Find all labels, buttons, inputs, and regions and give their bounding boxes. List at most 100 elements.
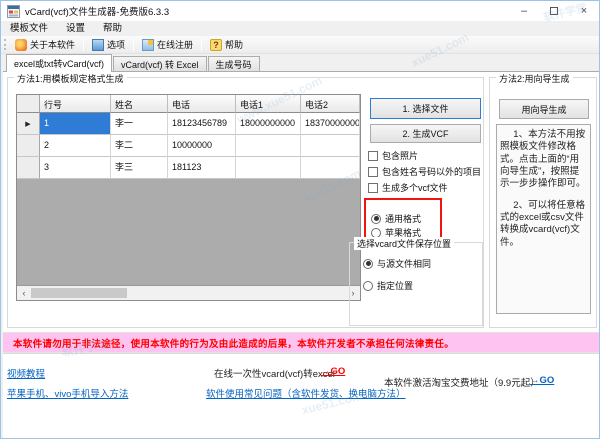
radio-specify-location[interactable]: 指定位置 xyxy=(363,279,413,292)
select-file-button[interactable]: 1. 选择文件 xyxy=(370,98,481,119)
checkbox-label: 包含姓名号码以外的项目 xyxy=(382,167,482,177)
tab-excel-to-vcard[interactable]: excel或txt转vCard(vcf) xyxy=(6,54,113,72)
footer-links-panel: 视频教程 苹果手机、vivo手机导入方法 在线一次性vcard(vcf)转exc… xyxy=(3,353,599,438)
scrollbar-thumb[interactable] xyxy=(31,288,127,298)
checkbox-icon xyxy=(368,150,378,161)
method1-groupbox: 方法1:用模板规定格式生成 行号 姓名 电话 电话1 电话2 ▶ 1 李一 18… xyxy=(7,72,484,328)
toolbar-help-label: 帮助 xyxy=(225,40,244,50)
table-header-row: 行号 姓名 电话 电话1 电话2 xyxy=(17,95,360,113)
radio-label: 与源文件相同 xyxy=(377,259,432,269)
tab-generate-numbers[interactable]: 生成号码 xyxy=(207,56,260,71)
radio-icon xyxy=(371,227,381,238)
tab-page: 方法1:用模板规定格式生成 行号 姓名 电话 电话1 电话2 ▶ 1 李一 18… xyxy=(3,71,599,332)
options-icon xyxy=(92,38,105,51)
table-cell[interactable]: 18123456789 xyxy=(168,113,236,135)
table-cell[interactable]: 李一 xyxy=(111,113,168,135)
toolbar-register-label: 在线注册 xyxy=(157,40,194,50)
horizontal-scrollbar[interactable]: ‹ › xyxy=(17,285,360,300)
table-cell[interactable]: 10000000 xyxy=(168,135,236,157)
checkbox-icon xyxy=(368,182,378,193)
toolbar-help-button[interactable]: ? 帮助 xyxy=(205,38,248,51)
tab-strip: excel或txt转vCard(vcf) vCard(vcf) 转 Excel … xyxy=(3,54,597,72)
checkbox-include-photo[interactable]: 包含照片 xyxy=(368,149,418,162)
table-cell[interactable]: 183700000000 xyxy=(301,113,360,135)
minimize-button[interactable]: – xyxy=(509,1,539,21)
toolbar-grip-icon xyxy=(4,39,7,50)
column-header[interactable]: 姓名 xyxy=(111,95,168,113)
checkbox-label: 生成多个vcf文件 xyxy=(382,183,448,193)
toolbar-options-button[interactable]: 选项 xyxy=(87,38,130,51)
menu-template-file[interactable]: 模板文件 xyxy=(1,21,57,36)
table-row: 2 李二 10000000 xyxy=(17,135,360,157)
save-location-title: 选择vcard文件保存位置 xyxy=(354,237,455,250)
menu-settings[interactable]: 设置 xyxy=(57,21,94,36)
video-tutorial-link[interactable]: 视频教程 xyxy=(7,366,45,380)
maximize-button[interactable] xyxy=(539,1,569,21)
toolbar-about-button[interactable]: 关于本软件 xyxy=(10,38,80,51)
taobao-payment-text: 本软件激活淘宝交费地址（9.9元起） xyxy=(384,378,540,389)
app-window: 软件学堂 xue51.com www.xue51.com xue51.com 软… xyxy=(0,0,600,439)
apple-vivo-import-link[interactable]: 苹果手机、vivo手机导入方法 xyxy=(7,386,128,400)
row-selector[interactable] xyxy=(17,157,40,179)
table-cell[interactable]: 18000000000 xyxy=(236,113,301,135)
radio-selected-icon xyxy=(371,213,381,224)
row-selector-header[interactable] xyxy=(17,95,40,113)
current-row-marker-icon[interactable]: ▶ xyxy=(17,113,40,135)
toolbar-separator xyxy=(83,38,85,51)
column-header[interactable]: 电话 xyxy=(168,95,236,113)
radio-selected-icon xyxy=(363,258,373,269)
faq-link[interactable]: 软件使用常见问题（含软件发货、换电脑方法） xyxy=(206,386,406,400)
toolbar-register-button[interactable]: 在线注册 xyxy=(137,38,198,51)
table-cell[interactable]: 2 xyxy=(40,135,111,157)
window-title: vCard(vcf)文件生成器-免费版6.3.3 xyxy=(25,7,170,18)
generate-vcf-button[interactable]: 2. 生成VCF xyxy=(370,124,481,143)
app-icon xyxy=(7,4,20,18)
table-cell[interactable] xyxy=(236,157,301,179)
about-icon xyxy=(15,38,27,51)
window-controls: – × xyxy=(509,1,599,21)
menu-help[interactable]: 帮助 xyxy=(94,21,131,36)
instructions-paragraph: 1、本方法不用按照模板文件修改格式。点击上面的“用向导生成”，按照提示一步步操作… xyxy=(500,129,586,190)
checkbox-include-extra-fields[interactable]: 包含姓名号码以外的项目 xyxy=(368,165,481,178)
table-cell[interactable]: 李三 xyxy=(111,157,168,179)
title-bar: vCard(vcf)文件生成器-免费版6.3.3 – × xyxy=(1,1,599,21)
toolbar-about-label: 关于本软件 xyxy=(30,40,76,50)
table-row: 3 李三 181123 xyxy=(17,157,360,179)
legal-warning-text: 本软件请勿用于非法途径，使用本软件的行为及由此造成的后果，本软件开发者不承担任何… xyxy=(13,338,455,350)
radio-generic-format[interactable]: 通用格式 xyxy=(371,212,421,225)
radio-label: 通用格式 xyxy=(385,214,422,224)
online-convert-text: 在线一次性vcard(vcf)转excel xyxy=(214,369,335,380)
table-cell[interactable] xyxy=(301,157,360,179)
toolbar-options-label: 选项 xyxy=(107,40,126,50)
instructions-paragraph: 2、可以将任意格式的excel或csv文件转换成vcard(vcf)文件。 xyxy=(500,199,586,248)
table-row: ▶ 1 李一 18123456789 18000000000 183700000… xyxy=(17,113,360,135)
close-button[interactable]: × xyxy=(569,1,599,21)
table-cell[interactable]: 3 xyxy=(40,157,111,179)
column-header[interactable]: 电话1 xyxy=(236,95,301,113)
row-selector[interactable] xyxy=(17,135,40,157)
table-cell[interactable] xyxy=(301,135,360,157)
online-convert-go-link[interactable]: →GO xyxy=(321,366,345,377)
scroll-left-icon[interactable]: ‹ xyxy=(17,286,31,300)
table-cell[interactable]: 1 xyxy=(40,113,111,135)
method2-title: 方法2:用向导生成 xyxy=(496,72,573,85)
table-cell[interactable] xyxy=(236,135,301,157)
wizard-generate-button[interactable]: 用向导生成 xyxy=(499,99,589,119)
checkbox-icon xyxy=(368,166,378,177)
column-header[interactable]: 电话2 xyxy=(301,95,360,113)
table-cell[interactable]: 181123 xyxy=(168,157,236,179)
format-highlight-box: 通用格式 苹果格式 xyxy=(364,198,442,242)
checkbox-multiple-vcf[interactable]: 生成多个vcf文件 xyxy=(368,181,448,194)
radio-icon xyxy=(363,280,373,291)
wizard-instructions: 1、本方法不用按照模板文件修改格式。点击上面的“用向导生成”，按照提示一步步操作… xyxy=(496,124,591,314)
taobao-go-link[interactable]: →GO xyxy=(530,375,554,386)
method2-groupbox: 方法2:用向导生成 用向导生成 1、本方法不用按照模板文件修改格式。点击上面的“… xyxy=(489,72,597,328)
toolbar-separator xyxy=(133,38,135,51)
radio-label: 指定位置 xyxy=(377,281,414,291)
column-header[interactable]: 行号 xyxy=(40,95,111,113)
scrollbar-track[interactable] xyxy=(31,286,346,300)
table-cell[interactable]: 李二 xyxy=(111,135,168,157)
radio-same-as-source[interactable]: 与源文件相同 xyxy=(363,257,431,270)
tab-vcard-to-excel[interactable]: vCard(vcf) 转 Excel xyxy=(113,56,207,71)
legal-warning-bar: 本软件请勿用于非法途径，使用本软件的行为及由此造成的后果，本软件开发者不承担任何… xyxy=(3,332,599,353)
